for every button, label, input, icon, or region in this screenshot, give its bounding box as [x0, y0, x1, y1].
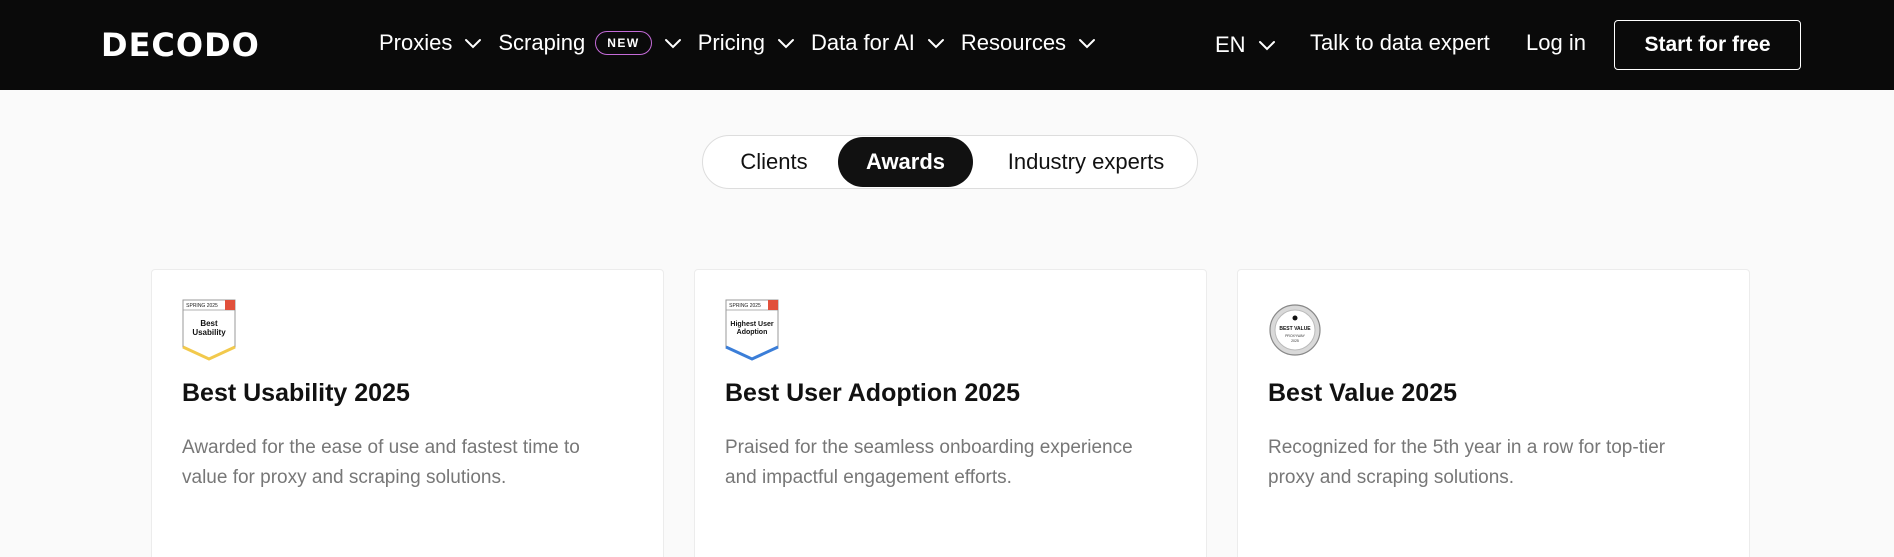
- chevron-down-icon: [775, 32, 797, 54]
- card-description: Praised for the seamless onboarding expe…: [725, 437, 1133, 488]
- top-navbar: DECODO Proxies Scraping NEW Pricing Data…: [0, 0, 1894, 90]
- login-link[interactable]: Log in: [1526, 30, 1586, 56]
- card-description: Recognized for the 5th year in a row for…: [1268, 437, 1666, 488]
- badge-top-text: SPRING 2025: [186, 303, 218, 309]
- g2-badge-icon: SPRING 2025 Best Usability: [182, 299, 236, 361]
- tab-clients[interactable]: Clients: [709, 137, 839, 187]
- chevron-down-icon: [925, 32, 947, 54]
- chevron-down-icon: [1076, 32, 1098, 54]
- chevron-down-icon: [1256, 34, 1278, 56]
- card-title: Best User Adoption 2025: [725, 379, 1020, 407]
- chevron-down-icon: [462, 32, 484, 54]
- menu-label: Pricing: [697, 30, 765, 55]
- menu-item-resources[interactable]: Resources: [961, 30, 1098, 56]
- award-card: SPRING 2025 Best Usability Best Usabilit…: [151, 269, 664, 557]
- award-card: BEST VALUE PROXYWAY 2025 Best Value 2025…: [1237, 269, 1750, 557]
- badge-line1: Best: [200, 319, 218, 328]
- talk-to-expert-link[interactable]: Talk to data expert: [1310, 30, 1490, 56]
- menu-item-scraping[interactable]: Scraping NEW: [498, 30, 683, 56]
- language-selector[interactable]: EN: [1215, 20, 1278, 70]
- tab-awards[interactable]: Awards: [838, 137, 973, 187]
- menu-item-data-for-ai[interactable]: Data for AI: [811, 30, 947, 56]
- decodo-logo[interactable]: DECODO: [101, 26, 260, 64]
- card-title: Best Value 2025: [1268, 379, 1458, 407]
- award-card: SPRING 2025 Highest User Adoption Best U…: [694, 269, 1207, 557]
- testimonial-tabs: Clients Awards Industry experts: [702, 135, 1198, 189]
- medal-year: 2025: [1291, 339, 1299, 343]
- badge-line2: Usability: [192, 328, 226, 337]
- menu-label: Scraping: [498, 30, 586, 55]
- menu-item-proxies[interactable]: Proxies: [379, 30, 484, 56]
- card-description: Awarded for the ease of use and fastest …: [182, 437, 580, 488]
- chevron-down-icon: [662, 32, 684, 54]
- medal-line2: PROXYWAY: [1285, 334, 1306, 338]
- medal-line1: BEST VALUE: [1279, 326, 1311, 332]
- g2-badge-icon: SPRING 2025 Highest User Adoption: [725, 299, 779, 361]
- new-badge: NEW: [595, 31, 652, 55]
- tab-industry-experts[interactable]: Industry experts: [979, 137, 1193, 187]
- card-title: Best Usability 2025: [182, 379, 410, 407]
- badge-top-text: SPRING 2025: [729, 303, 761, 309]
- badge-line2: Adoption: [737, 329, 768, 336]
- menu-label: Data for AI: [810, 30, 915, 55]
- main-menu: Proxies Scraping NEW Pricing Data for AI…: [379, 26, 1112, 60]
- menu-label: Resources: [960, 30, 1067, 55]
- proxyway-medal-icon: BEST VALUE PROXYWAY 2025: [1268, 299, 1322, 361]
- menu-item-pricing[interactable]: Pricing: [698, 30, 797, 56]
- language-label: EN: [1215, 32, 1246, 57]
- menu-label: Proxies: [379, 30, 453, 55]
- start-for-free-button[interactable]: Start for free: [1614, 20, 1801, 70]
- badge-line1: Highest User: [730, 321, 773, 328]
